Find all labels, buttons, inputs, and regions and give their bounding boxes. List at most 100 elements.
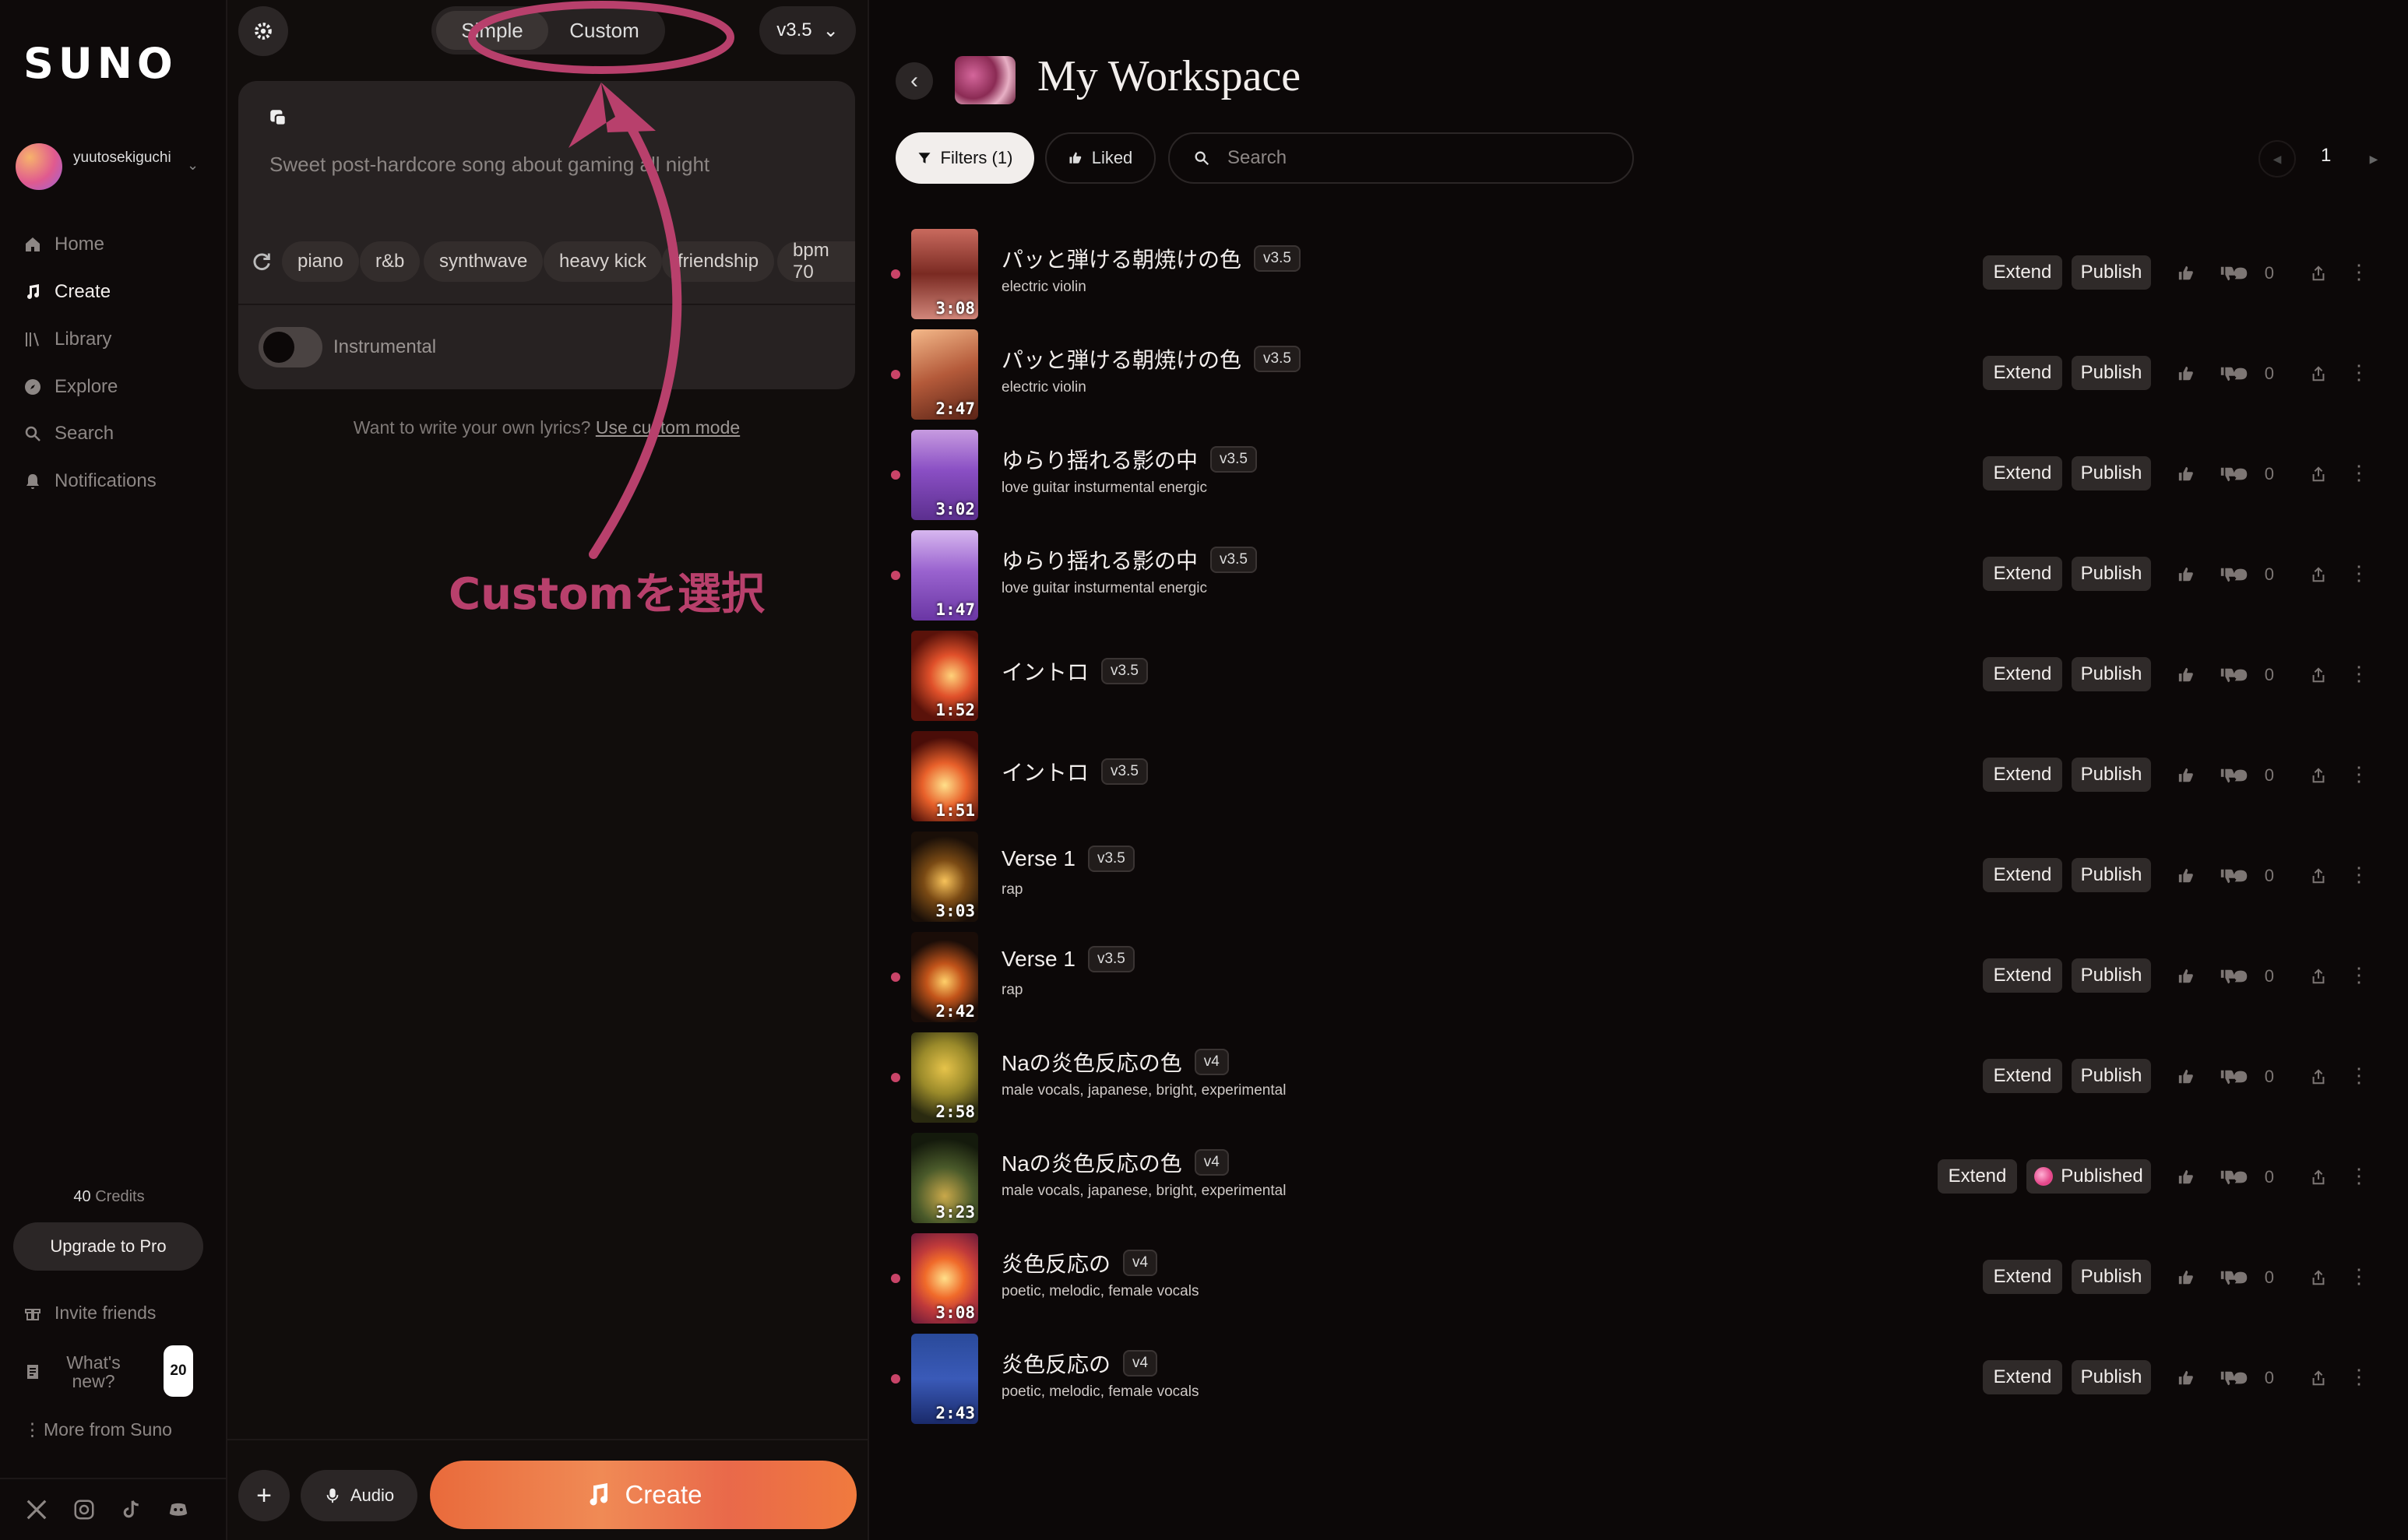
more-options-icon[interactable]: ⋮ bbox=[2349, 1164, 2369, 1188]
published-button[interactable]: Published bbox=[2026, 1159, 2151, 1194]
nav-item-library[interactable]: Library bbox=[23, 324, 111, 355]
more-options-icon[interactable]: ⋮ bbox=[2349, 461, 2369, 485]
share-icon[interactable] bbox=[2310, 1369, 2327, 1387]
whats-new-link[interactable]: What's new? bbox=[23, 1353, 132, 1391]
comment-icon[interactable] bbox=[2232, 566, 2249, 583]
track-row[interactable]: 3:03 Verse 1 v3.5 rap Extend Publish 0 ⋮ bbox=[888, 827, 2399, 926]
track-row[interactable]: 1:52 イントロ v3.5 Extend Publish 0 ⋮ bbox=[888, 626, 2399, 726]
track-thumbnail[interactable]: 1:47 bbox=[911, 530, 978, 621]
track-row[interactable]: 2:47 パッと弾ける朝焼けの色 v3.5 electric violin Ex… bbox=[888, 325, 2399, 424]
track-tags[interactable]: poetic, melodic, female vocals bbox=[1002, 1384, 1199, 1401]
share-icon[interactable] bbox=[2310, 1068, 2327, 1085]
publish-button[interactable]: Publish bbox=[2072, 456, 2151, 490]
extend-button[interactable]: Extend bbox=[1983, 255, 2062, 290]
track-thumbnail[interactable]: 1:51 bbox=[911, 731, 978, 821]
extend-button[interactable]: Extend bbox=[1983, 1260, 2062, 1294]
publish-button[interactable]: Publish bbox=[2072, 958, 2151, 993]
nav-item-explore[interactable]: Explore bbox=[23, 371, 118, 403]
instagram-icon[interactable] bbox=[72, 1498, 96, 1521]
more-options-icon[interactable]: ⋮ bbox=[2349, 762, 2369, 786]
extend-button[interactable]: Extend bbox=[1983, 1360, 2062, 1394]
share-icon[interactable] bbox=[2310, 265, 2327, 282]
publish-button[interactable]: Publish bbox=[2072, 858, 2151, 892]
track-title[interactable]: Verse 1 bbox=[1002, 947, 1076, 972]
publish-button[interactable]: Publish bbox=[2072, 255, 2151, 290]
x-icon[interactable] bbox=[25, 1498, 48, 1521]
comment-icon[interactable] bbox=[2232, 1068, 2249, 1085]
style-chip[interactable]: bpm 70 bbox=[777, 241, 855, 282]
comment-icon[interactable] bbox=[2232, 265, 2249, 282]
discord-icon[interactable] bbox=[167, 1498, 190, 1521]
next-page-button[interactable]: ▶ bbox=[2355, 140, 2392, 178]
upgrade-button[interactable]: Upgrade to Pro bbox=[13, 1222, 203, 1271]
more-options-icon[interactable]: ⋮ bbox=[2349, 1264, 2369, 1289]
thumbs-up-icon[interactable] bbox=[2177, 1169, 2195, 1186]
thumbs-up-icon[interactable] bbox=[2177, 1269, 2195, 1286]
track-thumbnail[interactable]: 3:08 bbox=[911, 229, 978, 319]
chevron-down-icon[interactable]: ⌄ bbox=[187, 157, 199, 174]
username[interactable]: yuutosekiguchi bbox=[73, 149, 182, 167]
thumbs-up-icon[interactable] bbox=[2177, 968, 2195, 985]
track-tags[interactable]: love guitar insturmental energic bbox=[1002, 580, 1207, 597]
track-row[interactable]: 2:43 炎色反応の v4 poetic, melodic, female vo… bbox=[888, 1329, 2399, 1429]
track-title[interactable]: イントロ bbox=[1002, 756, 1089, 787]
track-title[interactable]: ゆらり揺れる影の中 bbox=[1002, 444, 1198, 475]
track-thumbnail[interactable]: 2:47 bbox=[911, 329, 978, 420]
track-title[interactable]: Naの炎色反応の色 bbox=[1002, 1147, 1182, 1178]
track-thumbnail[interactable]: 3:23 bbox=[911, 1133, 978, 1223]
more-options-icon[interactable]: ⋮ bbox=[2349, 260, 2369, 284]
track-thumbnail[interactable]: 3:03 bbox=[911, 832, 978, 922]
extend-button[interactable]: Extend bbox=[1983, 456, 2062, 490]
nav-item-home[interactable]: Home bbox=[23, 229, 104, 260]
thumbs-up-icon[interactable] bbox=[2177, 566, 2195, 583]
extend-button[interactable]: Extend bbox=[1983, 356, 2062, 390]
track-row[interactable]: 2:42 Verse 1 v3.5 rap Extend Publish 0 ⋮ bbox=[888, 927, 2399, 1027]
more-options-icon[interactable]: ⋮ bbox=[2349, 360, 2369, 385]
thumbs-up-icon[interactable] bbox=[2177, 867, 2195, 884]
track-row[interactable]: 3:02 ゆらり揺れる影の中 v3.5 love guitar insturme… bbox=[888, 425, 2399, 525]
track-tags[interactable]: poetic, melodic, female vocals bbox=[1002, 1283, 1199, 1300]
extend-button[interactable]: Extend bbox=[1983, 958, 2062, 993]
more-options-icon[interactable]: ⋮ bbox=[2349, 863, 2369, 887]
track-tags[interactable]: male vocals, japanese, bright, experimen… bbox=[1002, 1082, 1286, 1099]
style-chip[interactable]: r&b bbox=[360, 241, 421, 282]
share-icon[interactable] bbox=[2310, 867, 2327, 884]
comment-icon[interactable] bbox=[2232, 466, 2249, 483]
track-title[interactable]: 炎色反応の bbox=[1002, 1247, 1111, 1278]
mode-simple-tab[interactable]: Simple bbox=[436, 11, 548, 50]
thumbs-up-icon[interactable] bbox=[2177, 466, 2195, 483]
style-chip[interactable]: piano bbox=[282, 241, 359, 282]
track-thumbnail[interactable]: 2:58 bbox=[911, 1032, 978, 1123]
nav-item-search[interactable]: Search bbox=[23, 418, 114, 449]
share-icon[interactable] bbox=[2310, 767, 2327, 784]
thumbs-up-icon[interactable] bbox=[2177, 1068, 2195, 1085]
more-from-suno-link[interactable]: ⋮ More from Suno bbox=[23, 1414, 172, 1445]
settings-button[interactable] bbox=[238, 6, 288, 56]
share-icon[interactable] bbox=[2310, 365, 2327, 382]
track-tags[interactable]: electric violin bbox=[1002, 279, 1086, 296]
more-options-icon[interactable]: ⋮ bbox=[2349, 561, 2369, 585]
publish-button[interactable]: Publish bbox=[2072, 1360, 2151, 1394]
track-thumbnail[interactable]: 2:42 bbox=[911, 932, 978, 1022]
share-icon[interactable] bbox=[2310, 566, 2327, 583]
nav-item-notifications[interactable]: Notifications bbox=[23, 466, 157, 497]
audio-button[interactable]: Audio bbox=[301, 1470, 417, 1521]
track-row[interactable]: 3:08 炎色反応の v4 poetic, melodic, female vo… bbox=[888, 1229, 2399, 1328]
thumbs-up-icon[interactable] bbox=[2177, 1369, 2195, 1387]
more-options-icon[interactable]: ⋮ bbox=[2349, 662, 2369, 686]
track-tags[interactable]: rap bbox=[1002, 881, 1023, 898]
mode-custom-tab[interactable]: Custom bbox=[548, 11, 660, 50]
add-button[interactable]: + bbox=[238, 1470, 290, 1521]
extend-button[interactable]: Extend bbox=[1938, 1159, 2017, 1194]
liked-button[interactable]: Liked bbox=[1045, 132, 1156, 184]
nav-item-create[interactable]: Create bbox=[23, 276, 111, 308]
track-thumbnail[interactable]: 1:52 bbox=[911, 631, 978, 721]
share-icon[interactable] bbox=[2310, 666, 2327, 684]
workspace-search-input[interactable]: Search bbox=[1168, 132, 1634, 184]
create-button[interactable]: Create bbox=[430, 1461, 857, 1529]
version-select[interactable]: v3.5 ⌄ bbox=[759, 6, 856, 54]
track-title[interactable]: Naの炎色反応の色 bbox=[1002, 1046, 1182, 1078]
avatar[interactable] bbox=[16, 143, 62, 190]
extend-button[interactable]: Extend bbox=[1983, 758, 2062, 792]
track-thumbnail[interactable]: 3:08 bbox=[911, 1233, 978, 1324]
